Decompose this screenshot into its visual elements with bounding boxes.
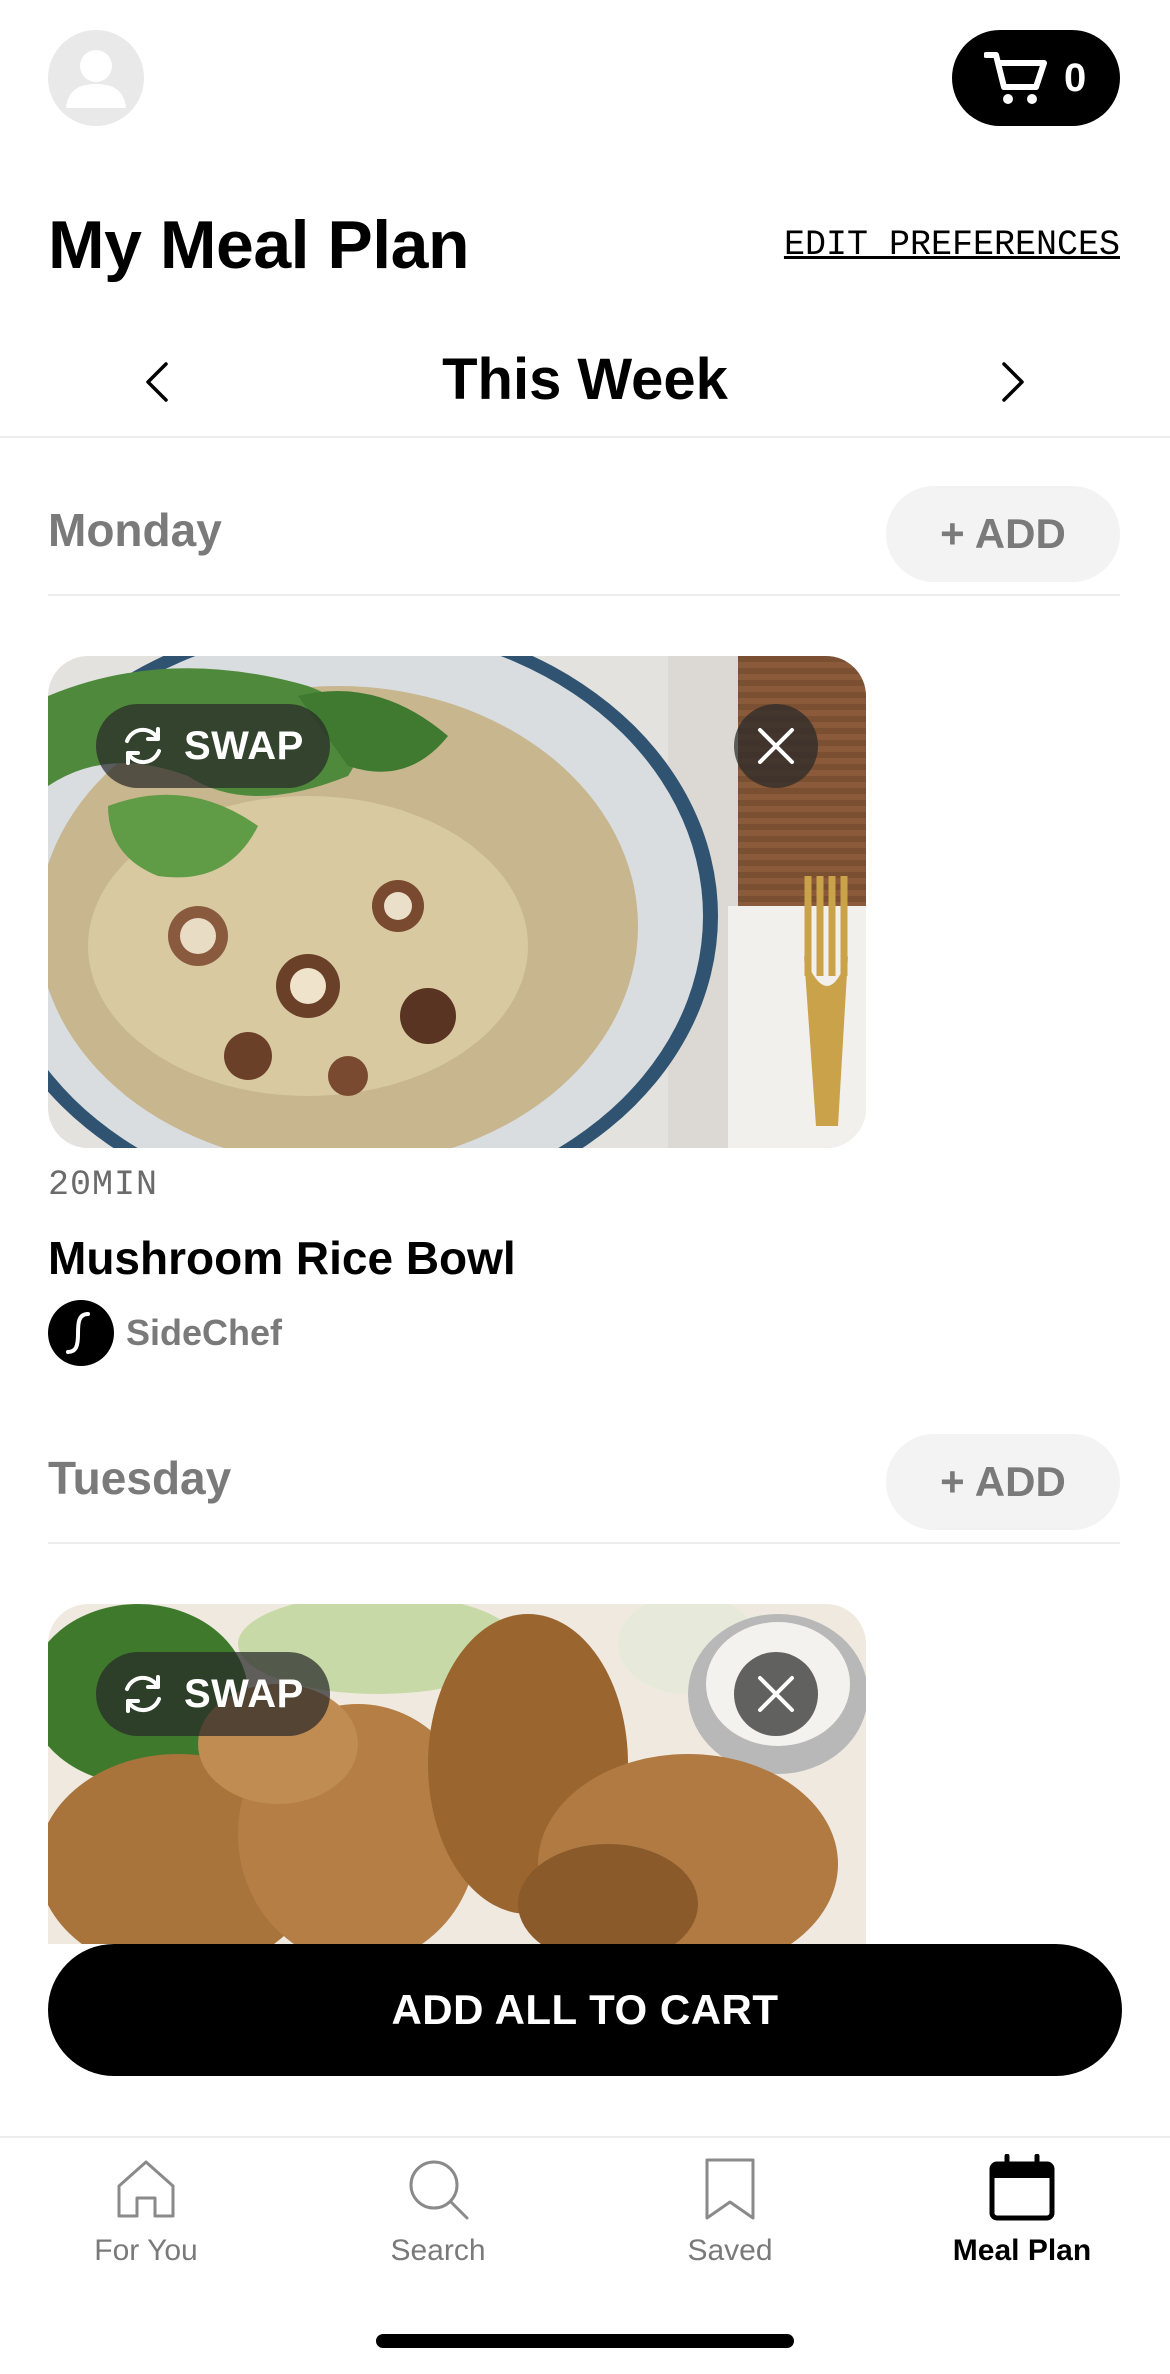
day-header-tuesday: Tuesday + ADD <box>48 1418 1120 1544</box>
nav-label: Meal Plan <box>952 2234 1092 2267</box>
nav-item-saved[interactable]: Saved <box>584 2148 876 2298</box>
swap-button[interactable]: SWAP <box>96 704 330 788</box>
recipe-time: 20MIN <box>48 1165 159 1205</box>
calendar-icon <box>989 2154 1055 2221</box>
remove-recipe-button[interactable] <box>734 704 818 788</box>
nav-item-search[interactable]: Search <box>292 2148 584 2298</box>
home-icon <box>117 2160 175 2218</box>
add-meal-button[interactable]: + ADD <box>886 486 1120 582</box>
swap-label: SWAP <box>184 723 304 768</box>
refresh-icon <box>125 1675 161 1713</box>
swap-label: SWAP <box>184 1671 304 1716</box>
edit-preferences-link[interactable]: EDIT PREFERENCES <box>784 220 1120 270</box>
swap-button[interactable]: SWAP <box>96 1652 330 1736</box>
top-bar: 0 <box>0 0 1170 160</box>
page-title: My Meal Plan <box>48 207 470 283</box>
nav-item-for-you[interactable]: For You <box>0 2148 292 2298</box>
user-avatar-icon[interactable] <box>48 30 144 126</box>
title-row: My Meal Plan EDIT PREFERENCES <box>48 200 1120 290</box>
recipe-author[interactable]: SideChef <box>48 1300 866 1366</box>
close-icon <box>758 1676 794 1712</box>
recipe-title[interactable]: Mushroom Rice Bowl <box>48 1228 866 1288</box>
add-meal-button[interactable]: + ADD <box>886 1434 1120 1530</box>
day-name: Tuesday <box>48 1452 232 1504</box>
week-selector: This Week <box>0 330 1170 438</box>
nav-item-meal-plan[interactable]: Meal Plan <box>876 2148 1168 2298</box>
recipe-image[interactable]: SWAP <box>48 656 866 1148</box>
sidechef-logo-icon <box>48 1300 114 1366</box>
bookmark-icon <box>705 2158 755 2220</box>
recipe-card[interactable]: SWAP 20MIN Mushroom Rice Bowl SideChef <box>48 656 866 1366</box>
cart-button[interactable]: 0 <box>952 30 1120 126</box>
add-all-to-cart-button[interactable]: ADD ALL TO CART <box>48 1944 1122 2076</box>
nav-label: Saved <box>687 2234 773 2267</box>
day-header-monday: Monday + ADD <box>48 470 1120 596</box>
cart-count: 0 <box>1064 55 1087 100</box>
nav-label: Search <box>390 2234 486 2267</box>
home-indicator[interactable] <box>376 2334 794 2348</box>
recipe-image[interactable]: SWAP <box>48 1604 866 1944</box>
author-name: SideChef <box>126 1312 283 1353</box>
search-icon <box>409 2160 469 2220</box>
recipe-card[interactable]: SWAP <box>48 1604 866 1944</box>
day-name: Monday <box>48 504 222 556</box>
cart-icon <box>984 52 1047 104</box>
chevron-right-icon[interactable] <box>988 352 1038 412</box>
remove-recipe-button[interactable] <box>734 1652 818 1736</box>
refresh-icon <box>125 727 161 765</box>
nav-label: For You <box>94 2234 198 2267</box>
close-icon <box>758 728 794 764</box>
